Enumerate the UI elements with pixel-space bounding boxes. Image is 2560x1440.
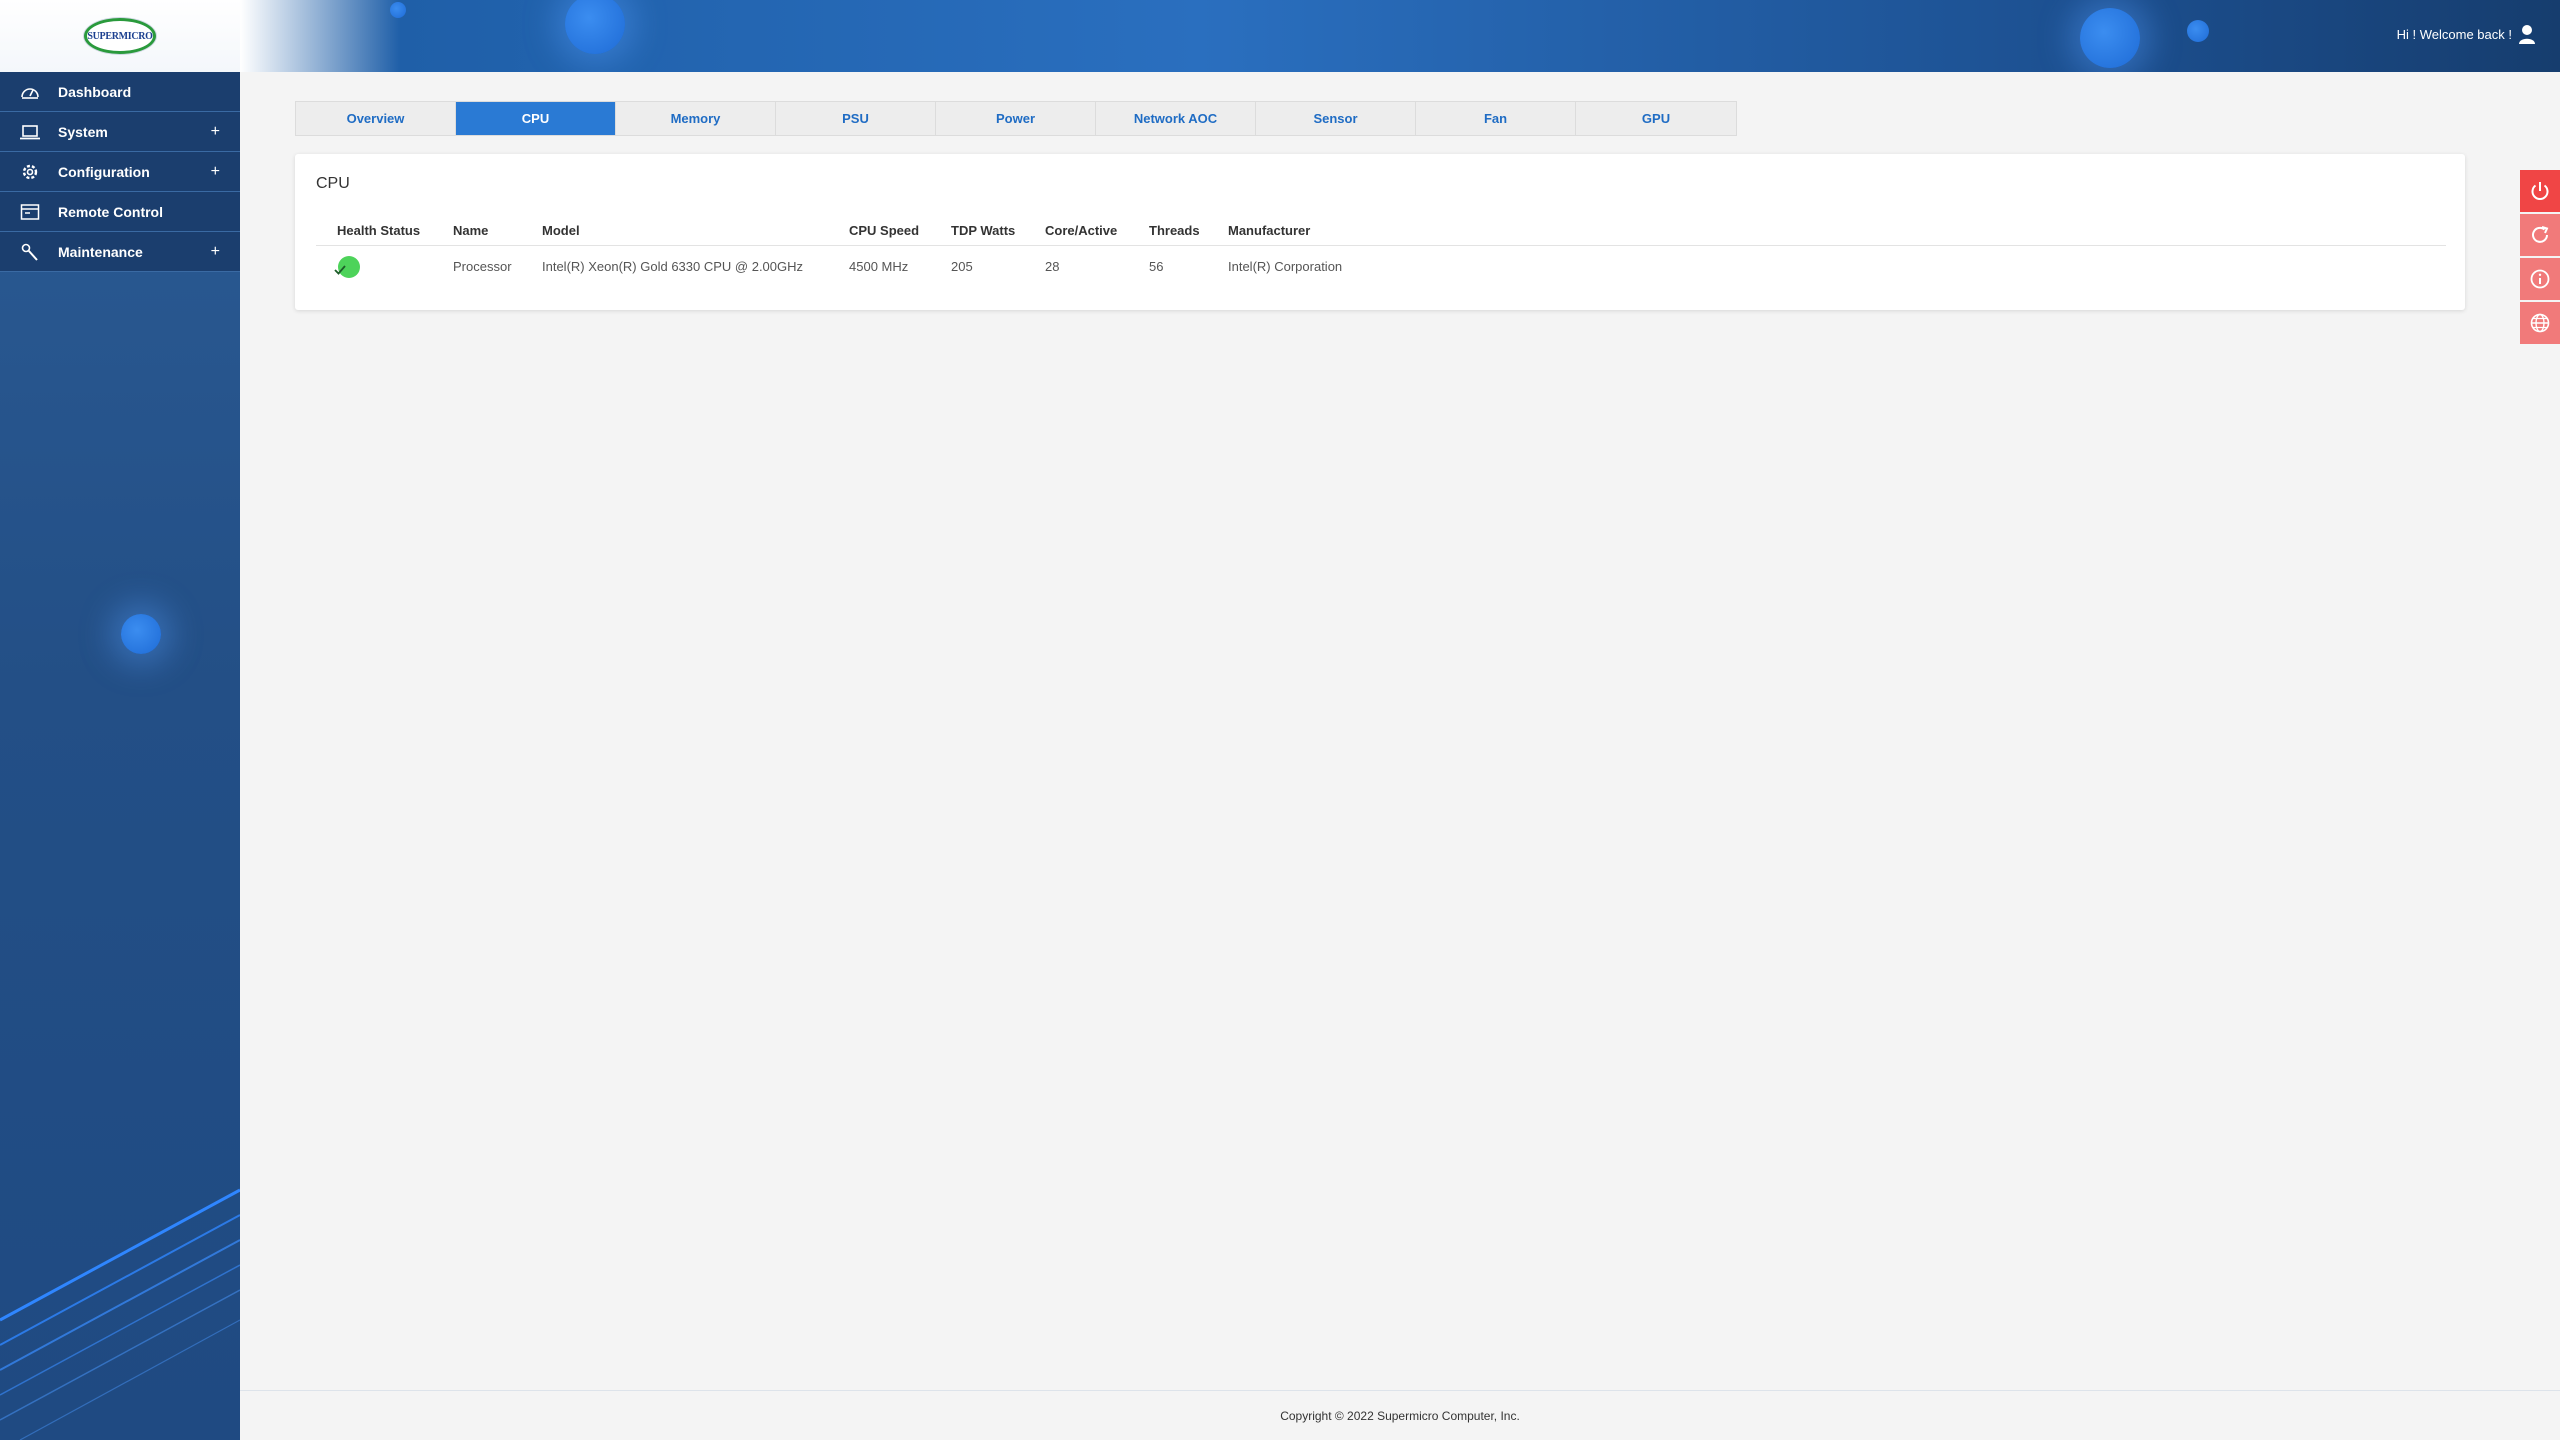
welcome-message: Hi ! Welcome back !	[2396, 27, 2512, 42]
cell-model: Intel(R) Xeon(R) Gold 6330 CPU @ 2.00GHz	[542, 259, 804, 274]
tab-memory[interactable]: Memory	[616, 102, 776, 135]
tab-power[interactable]: Power	[936, 102, 1096, 135]
table-header: Health Status Name Model CPU Speed TDP W…	[316, 214, 2446, 246]
column-header-name: Name	[453, 223, 489, 238]
main-content: Overview CPU Memory PSU Power Network AO…	[240, 72, 2560, 1390]
panel-title: CPU	[316, 175, 350, 192]
column-header-core-active: Core/Active	[1045, 223, 1118, 238]
decorative-bubble	[565, 0, 625, 54]
refresh-button[interactable]	[2520, 214, 2560, 256]
sidebar-item-system[interactable]: System +	[0, 112, 240, 152]
tab-gpu[interactable]: GPU	[1576, 102, 1736, 135]
column-header-manufacturer: Manufacturer	[1228, 223, 1311, 238]
tab-fan[interactable]: Fan	[1416, 102, 1576, 135]
footer: Copyright © 2022 Supermicro Computer, In…	[240, 1390, 2560, 1440]
gear-icon	[22, 164, 38, 180]
column-header-tdp-watts: TDP Watts	[951, 223, 1016, 238]
tab-cpu[interactable]: CPU	[456, 102, 616, 135]
tab-overview[interactable]: Overview	[296, 102, 456, 135]
logo-text: SUPERMICRO	[87, 30, 153, 42]
sidebar: Dashboard System + Configuration + Remot…	[0, 72, 240, 1440]
power-icon	[2531, 182, 2549, 200]
quick-actions	[2520, 170, 2560, 346]
dashboard-icon	[21, 88, 39, 99]
expand-icon[interactable]: +	[211, 123, 220, 141]
check-icon	[334, 265, 346, 275]
sidebar-item-remote-control[interactable]: Remote Control	[0, 192, 240, 232]
column-header-health-status: Health Status	[337, 223, 421, 238]
top-header: SUPERMICRO Hi ! Welcome back !	[0, 0, 2560, 72]
tab-bar: Overview CPU Memory PSU Power Network AO…	[295, 101, 1737, 136]
language-button[interactable]	[2520, 302, 2560, 344]
sidebar-item-configuration[interactable]: Configuration +	[0, 152, 240, 192]
cpu-table: Health Status Name Model CPU Speed TDP W…	[316, 214, 2446, 286]
decorative-stripes	[0, 1188, 240, 1440]
expand-icon[interactable]: +	[211, 163, 220, 181]
column-header-cpu-speed: CPU Speed	[849, 223, 920, 238]
wrench-icon	[21, 243, 38, 261]
cpu-panel: CPU Health Status Name Model CPU Speed T…	[295, 154, 2465, 310]
cell-core-active: 28	[1045, 259, 1060, 274]
cell-manufacturer: Intel(R) Corporation	[1228, 259, 1343, 274]
tab-psu[interactable]: PSU	[776, 102, 936, 135]
sidebar-item-dashboard[interactable]: Dashboard	[0, 72, 240, 112]
globe-icon	[2530, 313, 2550, 333]
copyright-text: Copyright © 2022 Supermicro Computer, In…	[1280, 1408, 1520, 1423]
decorative-bubble	[2080, 8, 2140, 68]
sidebar-item-label: Remote Control	[58, 204, 163, 220]
sidebar-item-label: Dashboard	[58, 84, 132, 100]
cell-tdp-watts: 205	[951, 259, 973, 274]
sidebar-item-label: System	[58, 124, 108, 140]
decorative-bubble	[2187, 20, 2209, 42]
sidebar-item-label: Maintenance	[58, 244, 143, 260]
column-header-model: Model	[542, 223, 580, 238]
laptop-icon	[20, 125, 40, 140]
console-icon	[20, 204, 40, 220]
user-icon[interactable]	[2518, 24, 2536, 44]
logo-area: SUPERMICRO	[0, 0, 240, 72]
decorative-bubble	[390, 2, 406, 18]
decorative-bubble	[121, 614, 161, 654]
sidebar-item-maintenance[interactable]: Maintenance +	[0, 232, 240, 272]
supermicro-logo[interactable]: SUPERMICRO	[84, 18, 156, 54]
sidebar-item-label: Configuration	[58, 164, 150, 180]
info-icon	[2530, 269, 2550, 289]
info-button[interactable]	[2520, 258, 2560, 300]
tab-network-aoc[interactable]: Network AOC	[1096, 102, 1256, 135]
refresh-icon	[2532, 226, 2549, 243]
column-header-threads: Threads	[1149, 223, 1200, 238]
cell-threads: 56	[1149, 259, 1164, 274]
tab-sensor[interactable]: Sensor	[1256, 102, 1416, 135]
cell-name: Processor	[453, 259, 512, 274]
expand-icon[interactable]: +	[211, 243, 220, 261]
table-row: Processor Intel(R) Xeon(R) Gold 6330 CPU…	[316, 246, 2446, 286]
power-button[interactable]	[2520, 170, 2560, 212]
cell-cpu-speed: 4500 MHz	[849, 259, 909, 274]
